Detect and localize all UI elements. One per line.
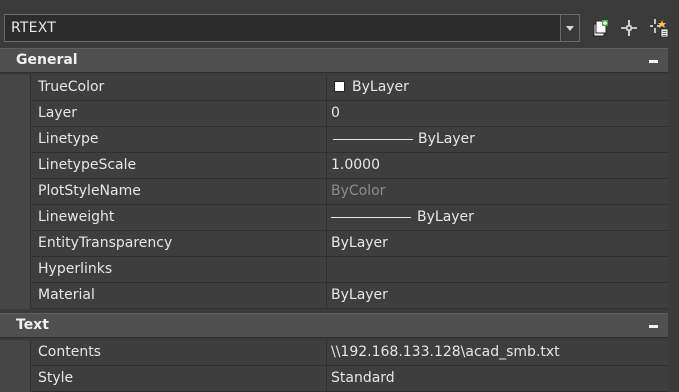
section-general-header[interactable]: General [0,48,679,73]
property-value: ByLayer [352,79,409,95]
property-row-contents[interactable]: Contents \\192.168.133.128\acad_smb.txt [0,340,668,366]
property-value: ByLayer [418,131,475,147]
collapse-icon[interactable] [646,318,662,334]
collapse-icon[interactable] [646,53,662,69]
property-row-hyperlinks[interactable]: Hyperlinks [0,257,668,283]
property-name: LinetypeScale [38,157,137,173]
property-row-linetypescale[interactable]: LinetypeScale 1.0000 [0,153,668,179]
property-value: 1.0000 [331,157,380,173]
property-row-truecolor[interactable]: TrueColor ByLayer [0,75,668,101]
scrollbar-track[interactable] [668,47,679,390]
object-type-dropdown[interactable]: RTEXT [4,14,580,42]
property-name: PlotStyleName [38,183,141,199]
property-name: Material [38,287,95,303]
property-row-lineweight[interactable]: Lineweight ByLayer [0,205,668,231]
properties-toolbar: RTEXT [0,0,679,47]
property-row-plotstylename[interactable]: PlotStyleName ByColor [0,179,668,205]
property-name: EntityTransparency [38,235,173,251]
property-value: ByColor [331,183,386,199]
linetype-sample-icon [333,139,413,140]
property-value: \\192.168.133.128\acad_smb.txt [331,344,560,360]
property-name: Layer [38,105,78,121]
property-value: ByLayer [331,287,388,303]
property-name: Linetype [38,131,99,147]
property-value: Standard [331,370,395,386]
select-objects-icon[interactable] [618,17,640,39]
property-row-linetype[interactable]: Linetype ByLayer [0,127,668,153]
dropdown-arrow-icon[interactable] [560,15,579,41]
section-title: General [16,52,78,68]
property-row-style[interactable]: Style Standard [0,366,668,392]
property-value: ByLayer [331,235,388,251]
property-name: Style [38,370,74,386]
color-swatch-icon [334,81,345,92]
property-name: TrueColor [38,79,105,95]
property-name: Contents [38,344,101,360]
quick-select-icon[interactable] [648,17,670,39]
property-value: 0 [331,105,340,121]
property-value: ByLayer [417,209,474,225]
quick-select-toggle-icon[interactable] [589,17,611,39]
section-text-header[interactable]: Text [0,313,679,338]
property-row-material[interactable]: Material ByLayer [0,283,668,309]
property-name: Hyperlinks [38,261,113,277]
property-name: Lineweight [38,209,115,225]
object-type-value: RTEXT [11,20,57,36]
lineweight-sample-icon [331,217,411,218]
section-title: Text [16,317,49,333]
property-row-entitytransparency[interactable]: EntityTransparency ByLayer [0,231,668,257]
property-row-layer[interactable]: Layer 0 [0,101,668,127]
